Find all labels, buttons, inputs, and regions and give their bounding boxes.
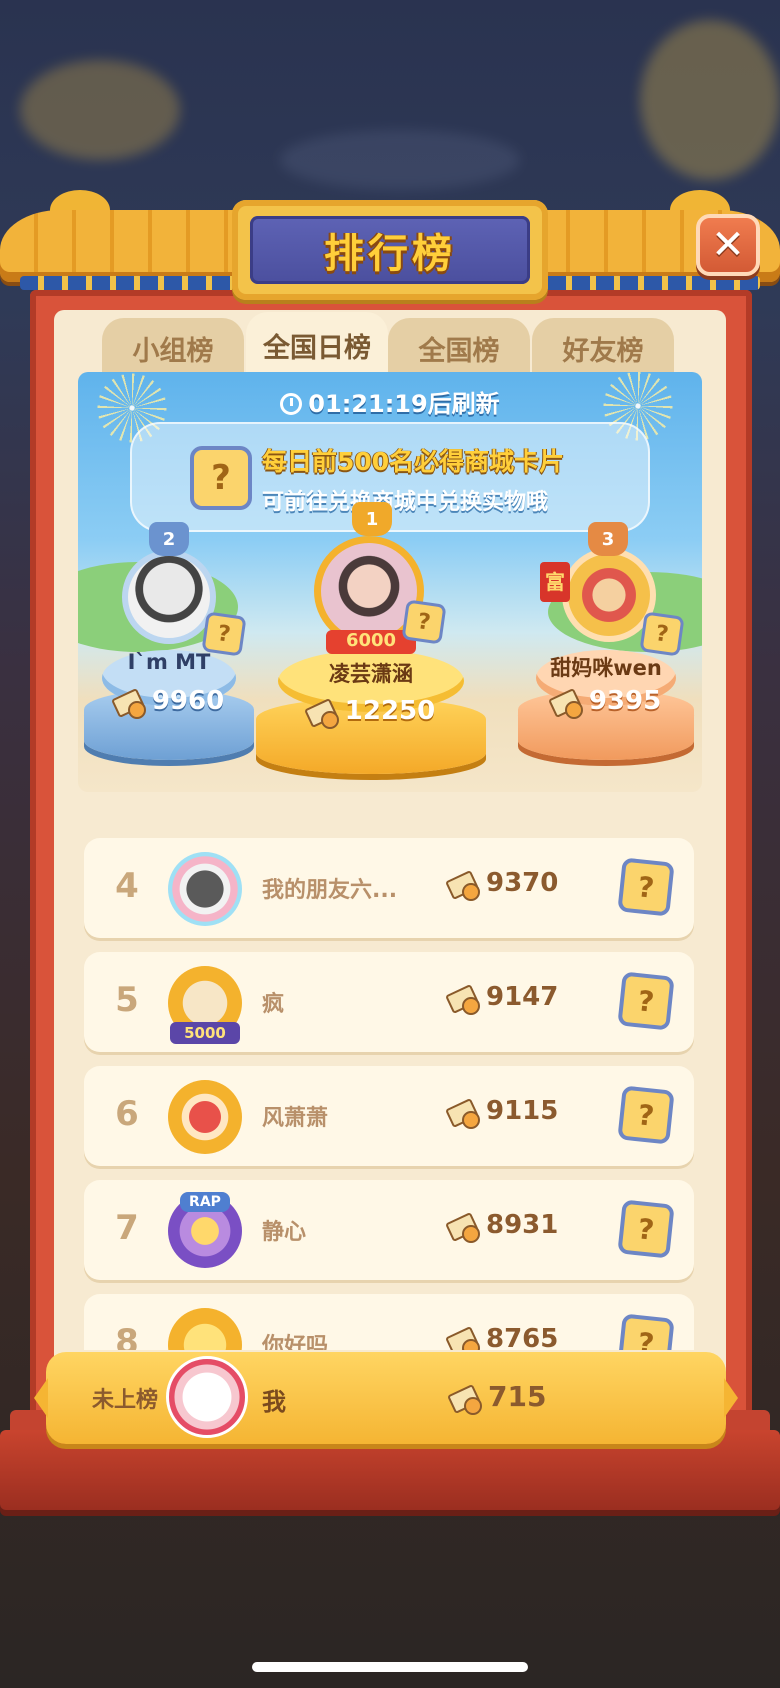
list-item[interactable]: 5 5000 疯 9147 ? bbox=[84, 952, 694, 1052]
close-button[interactable]: ✕ bbox=[696, 214, 760, 276]
rank-number: 8 bbox=[115, 1322, 139, 1350]
notice-line-1: 每日前500名必得商城卡片 bbox=[262, 447, 565, 476]
player-score: 8765 bbox=[448, 1324, 558, 1350]
background-decoration bbox=[20, 60, 180, 160]
rank-badge: 2 bbox=[149, 522, 189, 556]
podium-first[interactable]: 1 6000 ? 凌芸潇涵 12250 bbox=[256, 502, 486, 792]
frame-tag: RAP bbox=[180, 1192, 230, 1212]
player-name: 我 bbox=[262, 1388, 286, 1416]
player-score: 9115 bbox=[448, 1096, 558, 1129]
player-name: 甜妈咪wen bbox=[550, 656, 662, 680]
rank-number: 7 bbox=[115, 1208, 139, 1248]
rank-badge: 1 bbox=[352, 502, 392, 536]
title-plaque: 排行榜 bbox=[232, 200, 548, 300]
tab-group[interactable]: 小组榜 bbox=[102, 318, 244, 378]
rank-number: 5 bbox=[115, 980, 139, 1020]
avatar bbox=[168, 1308, 242, 1350]
player-score: 9370 bbox=[448, 868, 558, 901]
rank-number: 6 bbox=[115, 1094, 139, 1134]
coin-icon bbox=[448, 873, 480, 901]
list-item[interactable]: 8 你好吗 8765 ? bbox=[84, 1294, 694, 1350]
player-score: 715 bbox=[450, 1380, 546, 1415]
coin-icon bbox=[450, 1387, 482, 1415]
mystery-card-icon: ? bbox=[617, 1199, 675, 1259]
player-score: 8931 bbox=[448, 1210, 558, 1243]
coin-icon bbox=[448, 987, 480, 1015]
player-name: 凌芸潇涵 bbox=[329, 662, 413, 686]
mystery-card-icon: ? bbox=[617, 1085, 675, 1145]
player-name: 我的朋友六... bbox=[262, 878, 398, 903]
refresh-timer: 01:21:19后刷新 bbox=[78, 384, 702, 419]
player-name: 你好吗 bbox=[262, 1334, 329, 1350]
coin-icon bbox=[448, 1215, 480, 1243]
player-name: I`m MT bbox=[127, 650, 211, 674]
player-name: 静心 bbox=[262, 1220, 307, 1245]
coin-icon bbox=[551, 691, 583, 719]
player-score: 9960 bbox=[84, 686, 254, 719]
list-item[interactable]: 7 RAP 静心 8931 ? bbox=[84, 1180, 694, 1280]
coin-icon bbox=[448, 1101, 480, 1129]
list-clip: 8 你好吗 8765 ? bbox=[84, 1290, 694, 1350]
coin-icon bbox=[307, 701, 339, 729]
player-score: 9395 bbox=[518, 686, 694, 719]
coin-icon bbox=[114, 691, 146, 719]
rank-number: 4 bbox=[115, 866, 139, 906]
mystery-card-icon: ? bbox=[639, 611, 685, 657]
avatar bbox=[168, 852, 242, 926]
my-rank-row[interactable]: 未上榜 我 715 bbox=[34, 1352, 738, 1444]
podium-second[interactable]: 2 ? I`m MT 9960 bbox=[84, 522, 254, 792]
home-indicator[interactable] bbox=[252, 1662, 528, 1672]
podium-banner: 01:21:19后刷新 ? 每日前500名必得商城卡片 可前往兑换商城中兑换实物… bbox=[78, 372, 702, 792]
podium-third[interactable]: 富 3 ? 甜妈咪wen 9395 bbox=[518, 522, 694, 792]
fortune-tag: 富 bbox=[540, 562, 570, 602]
mystery-card-icon: ? bbox=[617, 1313, 675, 1350]
mystery-card-icon: ? bbox=[401, 599, 447, 645]
tab-friends[interactable]: 好友榜 bbox=[532, 318, 674, 378]
tab-national-daily[interactable]: 全国日榜 bbox=[246, 312, 388, 378]
player-score: 12250 bbox=[256, 696, 486, 729]
mystery-card-icon: ? bbox=[617, 857, 675, 917]
close-icon: ✕ bbox=[711, 222, 745, 268]
my-rank-label: 未上榜 bbox=[92, 1388, 159, 1413]
avatar bbox=[168, 1080, 242, 1154]
background-decoration bbox=[640, 20, 780, 180]
rank-badge: 3 bbox=[588, 522, 628, 556]
list-item[interactable]: 6 风萧萧 9115 ? bbox=[84, 1066, 694, 1166]
avatar bbox=[166, 1356, 248, 1438]
background-decoration bbox=[280, 130, 520, 190]
tab-national[interactable]: 全国榜 bbox=[388, 318, 530, 378]
mystery-card-icon: ? bbox=[190, 446, 252, 510]
clock-icon bbox=[280, 393, 303, 415]
mystery-card-icon: ? bbox=[617, 971, 675, 1031]
player-name: 风萧萧 bbox=[262, 1106, 329, 1131]
avatar bbox=[122, 550, 216, 644]
frame-tag: 5000 bbox=[170, 1022, 240, 1044]
list-item[interactable]: 4 我的朋友六... 9370 ? bbox=[84, 838, 694, 938]
player-name: 疯 bbox=[262, 992, 285, 1017]
coin-icon bbox=[448, 1329, 480, 1350]
page-title: 排行榜 bbox=[324, 231, 456, 277]
player-score: 9147 bbox=[448, 982, 558, 1015]
